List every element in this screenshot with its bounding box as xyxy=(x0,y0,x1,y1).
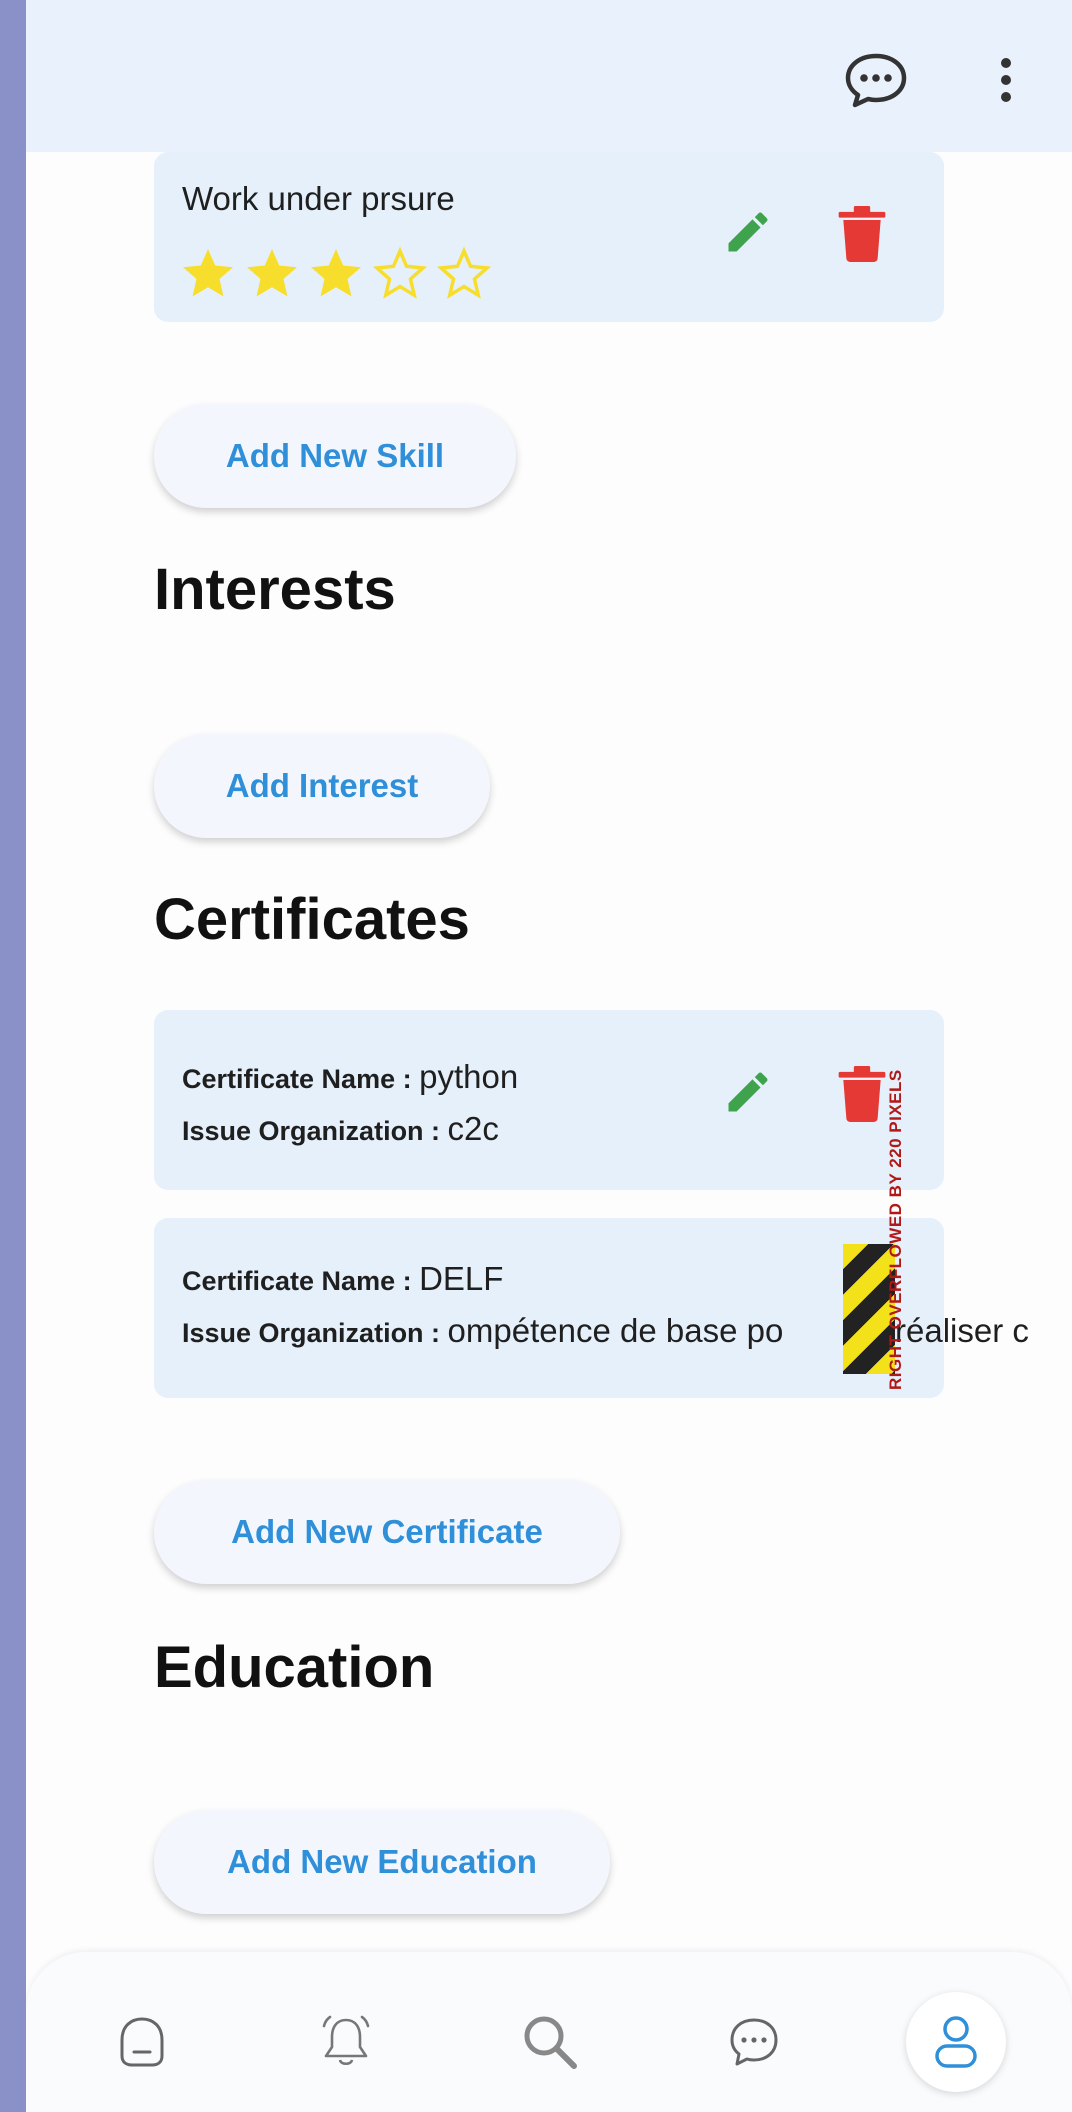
nav-notifications[interactable] xyxy=(296,1992,396,2092)
certificate-card: Certificate Name : DELF Issue Organizati… xyxy=(154,1218,944,1398)
star-filled-icon xyxy=(247,249,297,297)
nav-messages[interactable] xyxy=(704,1992,804,2092)
home-icon xyxy=(120,2017,164,2067)
bottom-navigation-bar xyxy=(26,1952,1072,2112)
edit-skill-button[interactable] xyxy=(718,202,778,262)
skill-card: Work under prsure xyxy=(154,152,944,322)
chat-bubble-icon xyxy=(845,53,907,108)
more-options-button[interactable] xyxy=(986,48,1026,112)
add-new-certificate-button[interactable]: Add New Certificate xyxy=(154,1480,620,1584)
more-vert-icon xyxy=(1001,58,1011,102)
certificate-name-label: Certificate Name : xyxy=(182,1064,420,1094)
left-edge-strip xyxy=(0,0,26,2112)
profile-screen: Work under prsure Add New Skill Interest… xyxy=(26,0,1072,2112)
bell-icon xyxy=(322,2015,370,2066)
nav-home[interactable] xyxy=(92,1992,192,2092)
certificate-name-row: Certificate Name : DELF xyxy=(182,1260,503,1298)
certificate-name-value: python xyxy=(419,1058,519,1095)
chat-icon xyxy=(730,2018,778,2066)
profile-icon xyxy=(935,2016,977,2068)
app-bar xyxy=(26,0,1072,152)
interests-heading: Interests xyxy=(154,557,396,622)
skill-name: Work under prsure xyxy=(182,180,455,217)
certificate-name-row: Certificate Name : python xyxy=(182,1058,518,1096)
trash-icon xyxy=(838,206,886,262)
certificate-name-value: DELF xyxy=(419,1260,504,1297)
issue-organization-row: Issue Organization : ompétence de base p… xyxy=(182,1312,783,1350)
star-outline-icon xyxy=(436,246,492,299)
pencil-icon xyxy=(728,1072,768,1112)
edit-certificate-button[interactable] xyxy=(718,1062,778,1122)
overflow-warning-label: RIGHT OVERFLOWED BY 220 PIXELS xyxy=(886,1069,905,1390)
issue-organization-label: Issue Organization : xyxy=(182,1116,448,1146)
star-outline-icon xyxy=(372,246,428,299)
issue-organization-value: c2c xyxy=(447,1110,499,1147)
delete-certificate-button[interactable] xyxy=(832,1064,892,1124)
nav-search[interactable] xyxy=(500,1992,600,2092)
add-new-skill-button[interactable]: Add New Skill xyxy=(154,404,516,508)
add-interest-button[interactable]: Add Interest xyxy=(154,734,490,838)
issue-organization-row: Issue Organization : c2c xyxy=(182,1110,499,1148)
certificate-name-label: Certificate Name : xyxy=(182,1266,420,1296)
trash-icon xyxy=(838,1066,886,1122)
education-heading: Education xyxy=(154,1635,435,1700)
search-icon xyxy=(524,2016,577,2069)
overflowing-text-tail: réaliser c xyxy=(895,1312,1029,1349)
pencil-icon xyxy=(728,212,768,252)
issue-organization-label: Issue Organization : xyxy=(182,1318,448,1348)
add-new-education-button[interactable]: Add New Education xyxy=(154,1810,610,1914)
nav-profile[interactable] xyxy=(906,1992,1006,2092)
certificates-heading: Certificates xyxy=(154,887,470,952)
skill-rating xyxy=(178,244,494,304)
messages-button[interactable] xyxy=(840,48,912,112)
delete-skill-button[interactable] xyxy=(832,204,892,264)
star-filled-icon xyxy=(311,249,361,297)
certificate-card: Certificate Name : python Issue Organiza… xyxy=(154,1010,944,1190)
star-filled-icon xyxy=(183,249,233,297)
issue-organization-value: ompétence de base po xyxy=(447,1312,784,1349)
